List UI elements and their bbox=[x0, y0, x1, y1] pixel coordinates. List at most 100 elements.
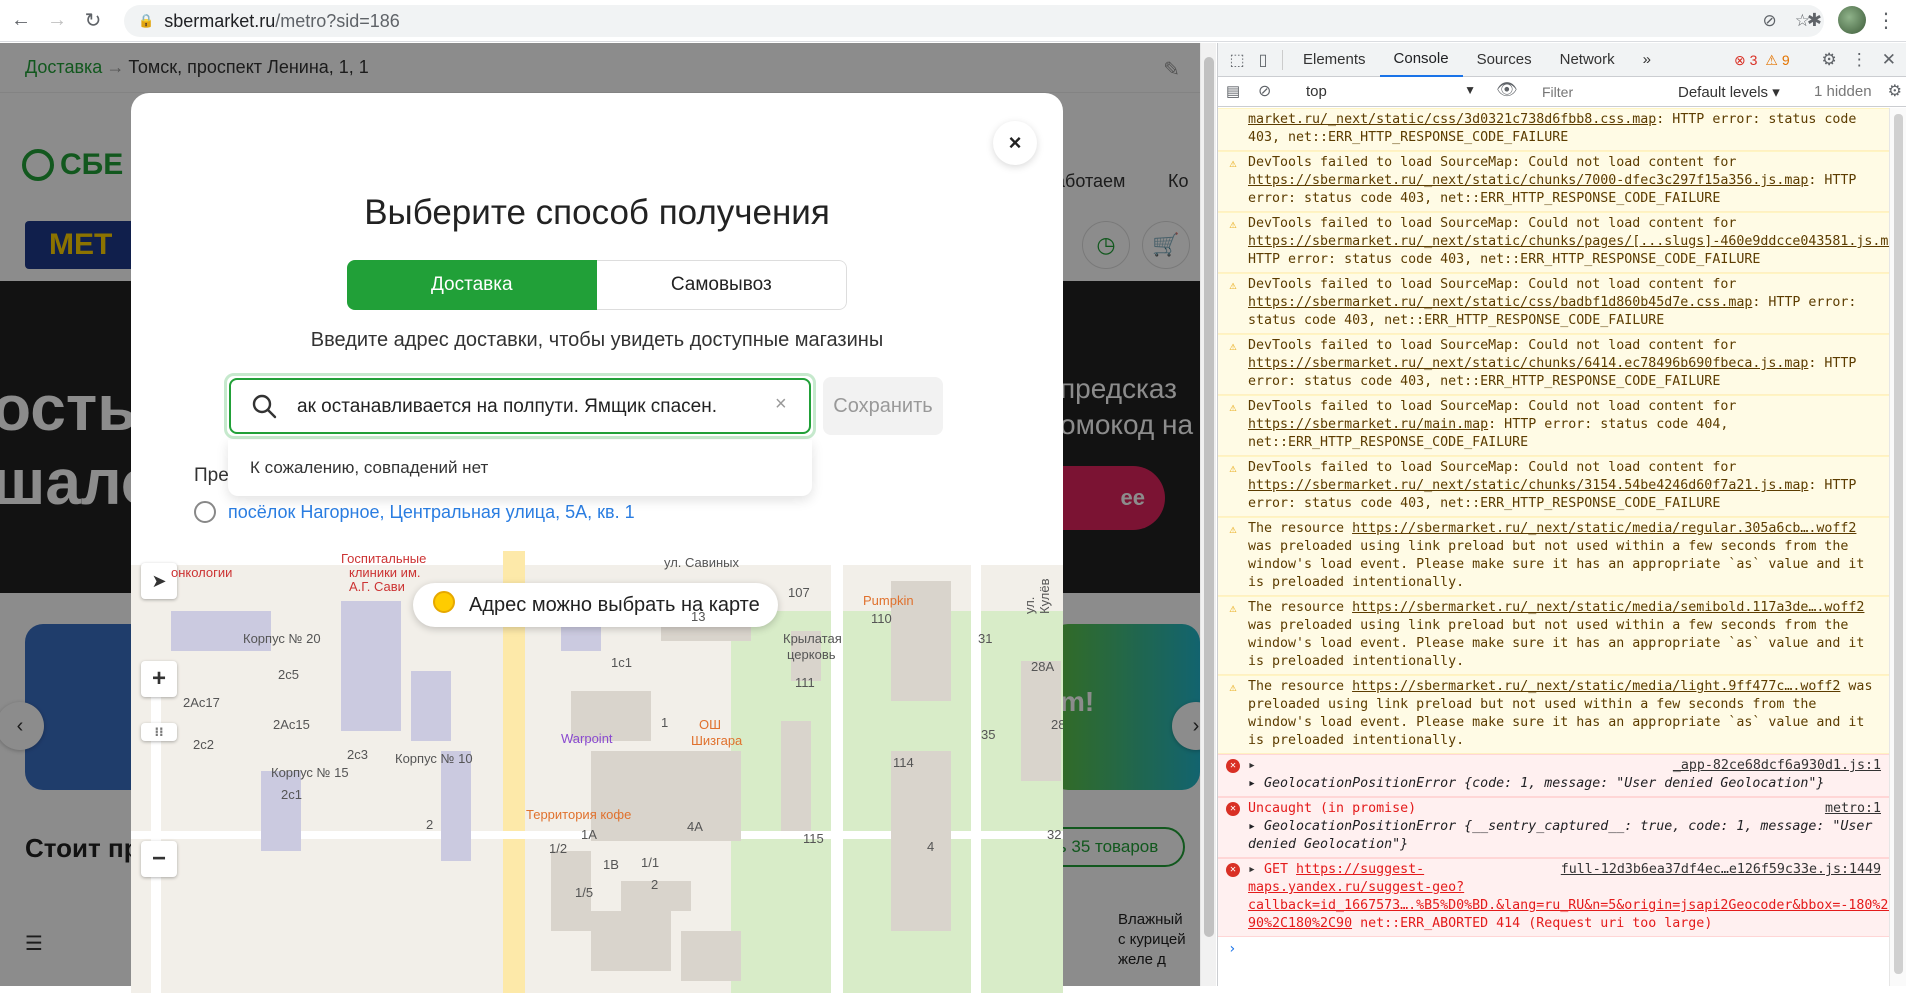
message-text: The resource bbox=[1248, 679, 1353, 694]
zoom-in-button[interactable]: + bbox=[141, 661, 177, 697]
map-label: 2 bbox=[426, 817, 434, 832]
console-settings-icon[interactable]: ⚙ bbox=[1888, 81, 1902, 101]
clear-icon[interactable]: × bbox=[775, 393, 787, 416]
console-warning[interactable]: ⚠ The resource https://sbermarket.ru/_nex… bbox=[1218, 596, 1889, 675]
tab-network[interactable]: Network bbox=[1546, 43, 1629, 77]
map-label: 114 bbox=[893, 755, 914, 770]
zoom-slider-handle[interactable]: ⁝⁝ bbox=[141, 723, 177, 741]
no-results-text: К сожалению, совпадений нет bbox=[250, 458, 489, 477]
console-warning[interactable]: ⚠ DevTools failed to load SourceMap: Coul… bbox=[1218, 334, 1889, 395]
map-label: 2Ас15 bbox=[273, 717, 310, 732]
map[interactable]: Адрес можно выбрать на карте ➤ + ⁝⁝ − он… bbox=[131, 551, 1063, 993]
console-warning[interactable]: market.ru/_next/static/css/3d0321c738d6f… bbox=[1218, 108, 1889, 151]
console-warning[interactable]: ⚠ DevTools failed to load SourceMap: Coul… bbox=[1218, 212, 1889, 273]
map-label: 35 bbox=[981, 727, 996, 742]
live-expression-eye-icon[interactable]: 👁 bbox=[1496, 80, 1518, 100]
console-warning[interactable]: ⚠ DevTools failed to load SourceMap: Coul… bbox=[1218, 456, 1889, 517]
inspect-element-icon[interactable]: ⬚ bbox=[1224, 50, 1250, 70]
map-label: Корпус № 20 bbox=[243, 631, 321, 646]
console-filter-input[interactable] bbox=[1536, 81, 1664, 103]
suggest-dropdown: К сожалению, совпадений нет bbox=[228, 440, 812, 496]
message-text: The resource bbox=[1248, 521, 1353, 536]
map-label: 32 bbox=[1047, 827, 1062, 842]
save-button[interactable]: Сохранить bbox=[823, 377, 943, 435]
console-error[interactable]: ✕ full-12d3b6ea37df4ec…e126f59c33e.js:14… bbox=[1218, 858, 1889, 937]
map-label: 4 bbox=[927, 839, 935, 854]
tab-sources[interactable]: Sources bbox=[1463, 43, 1546, 77]
map-label: Pumpkin bbox=[863, 593, 914, 608]
tab-pickup[interactable]: Самовывоз bbox=[596, 260, 847, 310]
profile-avatar[interactable] bbox=[1838, 6, 1866, 34]
device-toolbar-icon[interactable]: ▯ bbox=[1250, 50, 1276, 70]
console-output[interactable]: market.ru/_next/static/css/3d0321c738d6f… bbox=[1218, 108, 1889, 986]
tab-elements[interactable]: Elements bbox=[1289, 43, 1380, 77]
map-label: 31 bbox=[978, 631, 993, 646]
map-label: 1В bbox=[603, 857, 619, 872]
resource-link[interactable]: https://sbermarket.ru/_next/static/css/b… bbox=[1248, 295, 1752, 310]
log-levels-dropdown[interactable]: Default levels ▾ bbox=[1678, 83, 1780, 101]
map-label: 2с3 bbox=[347, 747, 368, 762]
context-selector[interactable]: top ▼ bbox=[1306, 83, 1476, 100]
reload-icon[interactable]: ↻ bbox=[78, 6, 108, 36]
console-prompt[interactable]: › bbox=[1218, 937, 1889, 961]
previous-address-text[interactable]: посёлок Нагорное, Центральная улица, 5А,… bbox=[228, 502, 635, 523]
devtools-menu-icon[interactable]: ⋮ bbox=[1851, 50, 1868, 70]
address-search-input[interactable]: ак останавливается на полпути. Ямщик спа… bbox=[224, 373, 816, 439]
map-label: Госпитальные bbox=[341, 551, 427, 566]
tab-console[interactable]: Console bbox=[1379, 43, 1463, 77]
close-icon[interactable]: × bbox=[993, 121, 1037, 165]
previous-address-item[interactable]: посёлок Нагорное, Центральная улица, 5А,… bbox=[194, 501, 635, 523]
delivery-method-modal: × Выберите способ получения Доставка Сам… bbox=[131, 93, 1063, 993]
extensions-puzzle-icon[interactable]: ✱ bbox=[1807, 10, 1822, 31]
console-warning[interactable]: ⚠ DevTools failed to load SourceMap: Coul… bbox=[1218, 273, 1889, 334]
forward-arrow-icon[interactable]: → bbox=[42, 6, 72, 36]
resource-link[interactable]: https://sbermarket.ru/_next/static/media… bbox=[1352, 600, 1864, 615]
resource-link[interactable]: https://sbermarket.ru/_next/static/chunk… bbox=[1248, 356, 1808, 371]
sidebar-toggle-icon[interactable]: ▤ bbox=[1226, 82, 1240, 100]
clear-console-icon[interactable]: ⊘ bbox=[1258, 81, 1271, 101]
map-label: Warpoint bbox=[561, 731, 613, 746]
resource-link[interactable]: https://sbermarket.ru/_next/static/chunk… bbox=[1248, 173, 1808, 188]
message-text: DevTools failed to load SourceMap: Could… bbox=[1248, 155, 1737, 170]
location-blocked-icon[interactable]: ⊘ bbox=[1763, 11, 1777, 31]
resource-link[interactable]: https://sbermarket.ru/_next/static/media… bbox=[1352, 521, 1856, 536]
source-link[interactable]: _app-82ce68dcf6a930d1.js:1 bbox=[1673, 757, 1881, 775]
settings-gear-icon[interactable]: ⚙ bbox=[1822, 50, 1837, 70]
console-error[interactable]: ✕ Uncaught (in promise) metro:1 ▸ Geoloc… bbox=[1218, 797, 1889, 858]
warning-count-badge[interactable]: ⚠ 9 bbox=[1765, 52, 1789, 69]
source-link[interactable]: metro:1 bbox=[1825, 800, 1881, 818]
warning-icon: ⚠ bbox=[1229, 278, 1237, 292]
zoom-out-button[interactable]: − bbox=[141, 841, 177, 877]
back-arrow-icon[interactable]: ← bbox=[6, 6, 36, 36]
map-label: ул. Савиных bbox=[664, 555, 739, 570]
console-warning[interactable]: ⚠ The resource https://sbermarket.ru/_nex… bbox=[1218, 675, 1889, 754]
issue-counters[interactable]: ⊗ 3 ⚠ 9 bbox=[1734, 52, 1790, 69]
close-devtools-icon[interactable]: ✕ bbox=[1882, 50, 1896, 70]
more-tabs-icon[interactable]: » bbox=[1629, 43, 1665, 77]
console-error[interactable]: ✕ ▸ _app-82ce68dcf6a930d1.js:1 ▸ Geoloca… bbox=[1218, 754, 1889, 797]
page-scrollbar[interactable] bbox=[1200, 43, 1216, 986]
resource-link[interactable]: https://sbermarket.ru/main.map bbox=[1248, 417, 1488, 432]
source-link[interactable]: full-12d3b6ea37df4ec…e126f59c33e.js:1449 bbox=[1561, 861, 1881, 879]
tab-delivery[interactable]: Доставка bbox=[347, 260, 597, 310]
warning-icon: ⚠ bbox=[1229, 339, 1237, 353]
resource-link[interactable]: https://sbermarket.ru/_next/static/media… bbox=[1352, 679, 1840, 694]
address-search-value[interactable]: ак останавливается на полпути. Ямщик спа… bbox=[297, 396, 717, 418]
devtools-toolbar: ⬚ ▯ Elements Console Sources Network » ⊗… bbox=[1218, 43, 1906, 77]
search-icon bbox=[252, 394, 277, 419]
address-bar[interactable]: 🔒 sbermarket.ru/metro?sid=186 ⊘ ☆ bbox=[124, 5, 1824, 37]
browser-menu-icon[interactable]: ⋮ bbox=[1876, 8, 1896, 33]
lock-icon: 🔒 bbox=[138, 13, 155, 28]
error-icon: ✕ bbox=[1226, 802, 1240, 816]
resource-link[interactable]: https://sbermarket.ru/_next/static/chunk… bbox=[1248, 234, 1889, 249]
message-text: DevTools failed to load SourceMap: Could… bbox=[1248, 216, 1737, 231]
console-warning[interactable]: ⚠ DevTools failed to load SourceMap: Coul… bbox=[1218, 151, 1889, 212]
error-count-badge[interactable]: ⊗ 3 bbox=[1734, 52, 1757, 69]
message-text: DevTools failed to load SourceMap: Could… bbox=[1248, 460, 1737, 475]
console-warning[interactable]: ⚠ The resource https://sbermarket.ru/_nex… bbox=[1218, 517, 1889, 596]
console-warning[interactable]: ⚠ DevTools failed to load SourceMap: Coul… bbox=[1218, 395, 1889, 456]
resource-link[interactable]: https://sbermarket.ru/_next/static/chunk… bbox=[1248, 478, 1808, 493]
console-scrollbar[interactable] bbox=[1889, 108, 1906, 986]
map-label: Корпус № 15 bbox=[271, 765, 349, 780]
resource-link[interactable]: market.ru/_next/static/css/3d0321c738d6f… bbox=[1248, 112, 1656, 127]
